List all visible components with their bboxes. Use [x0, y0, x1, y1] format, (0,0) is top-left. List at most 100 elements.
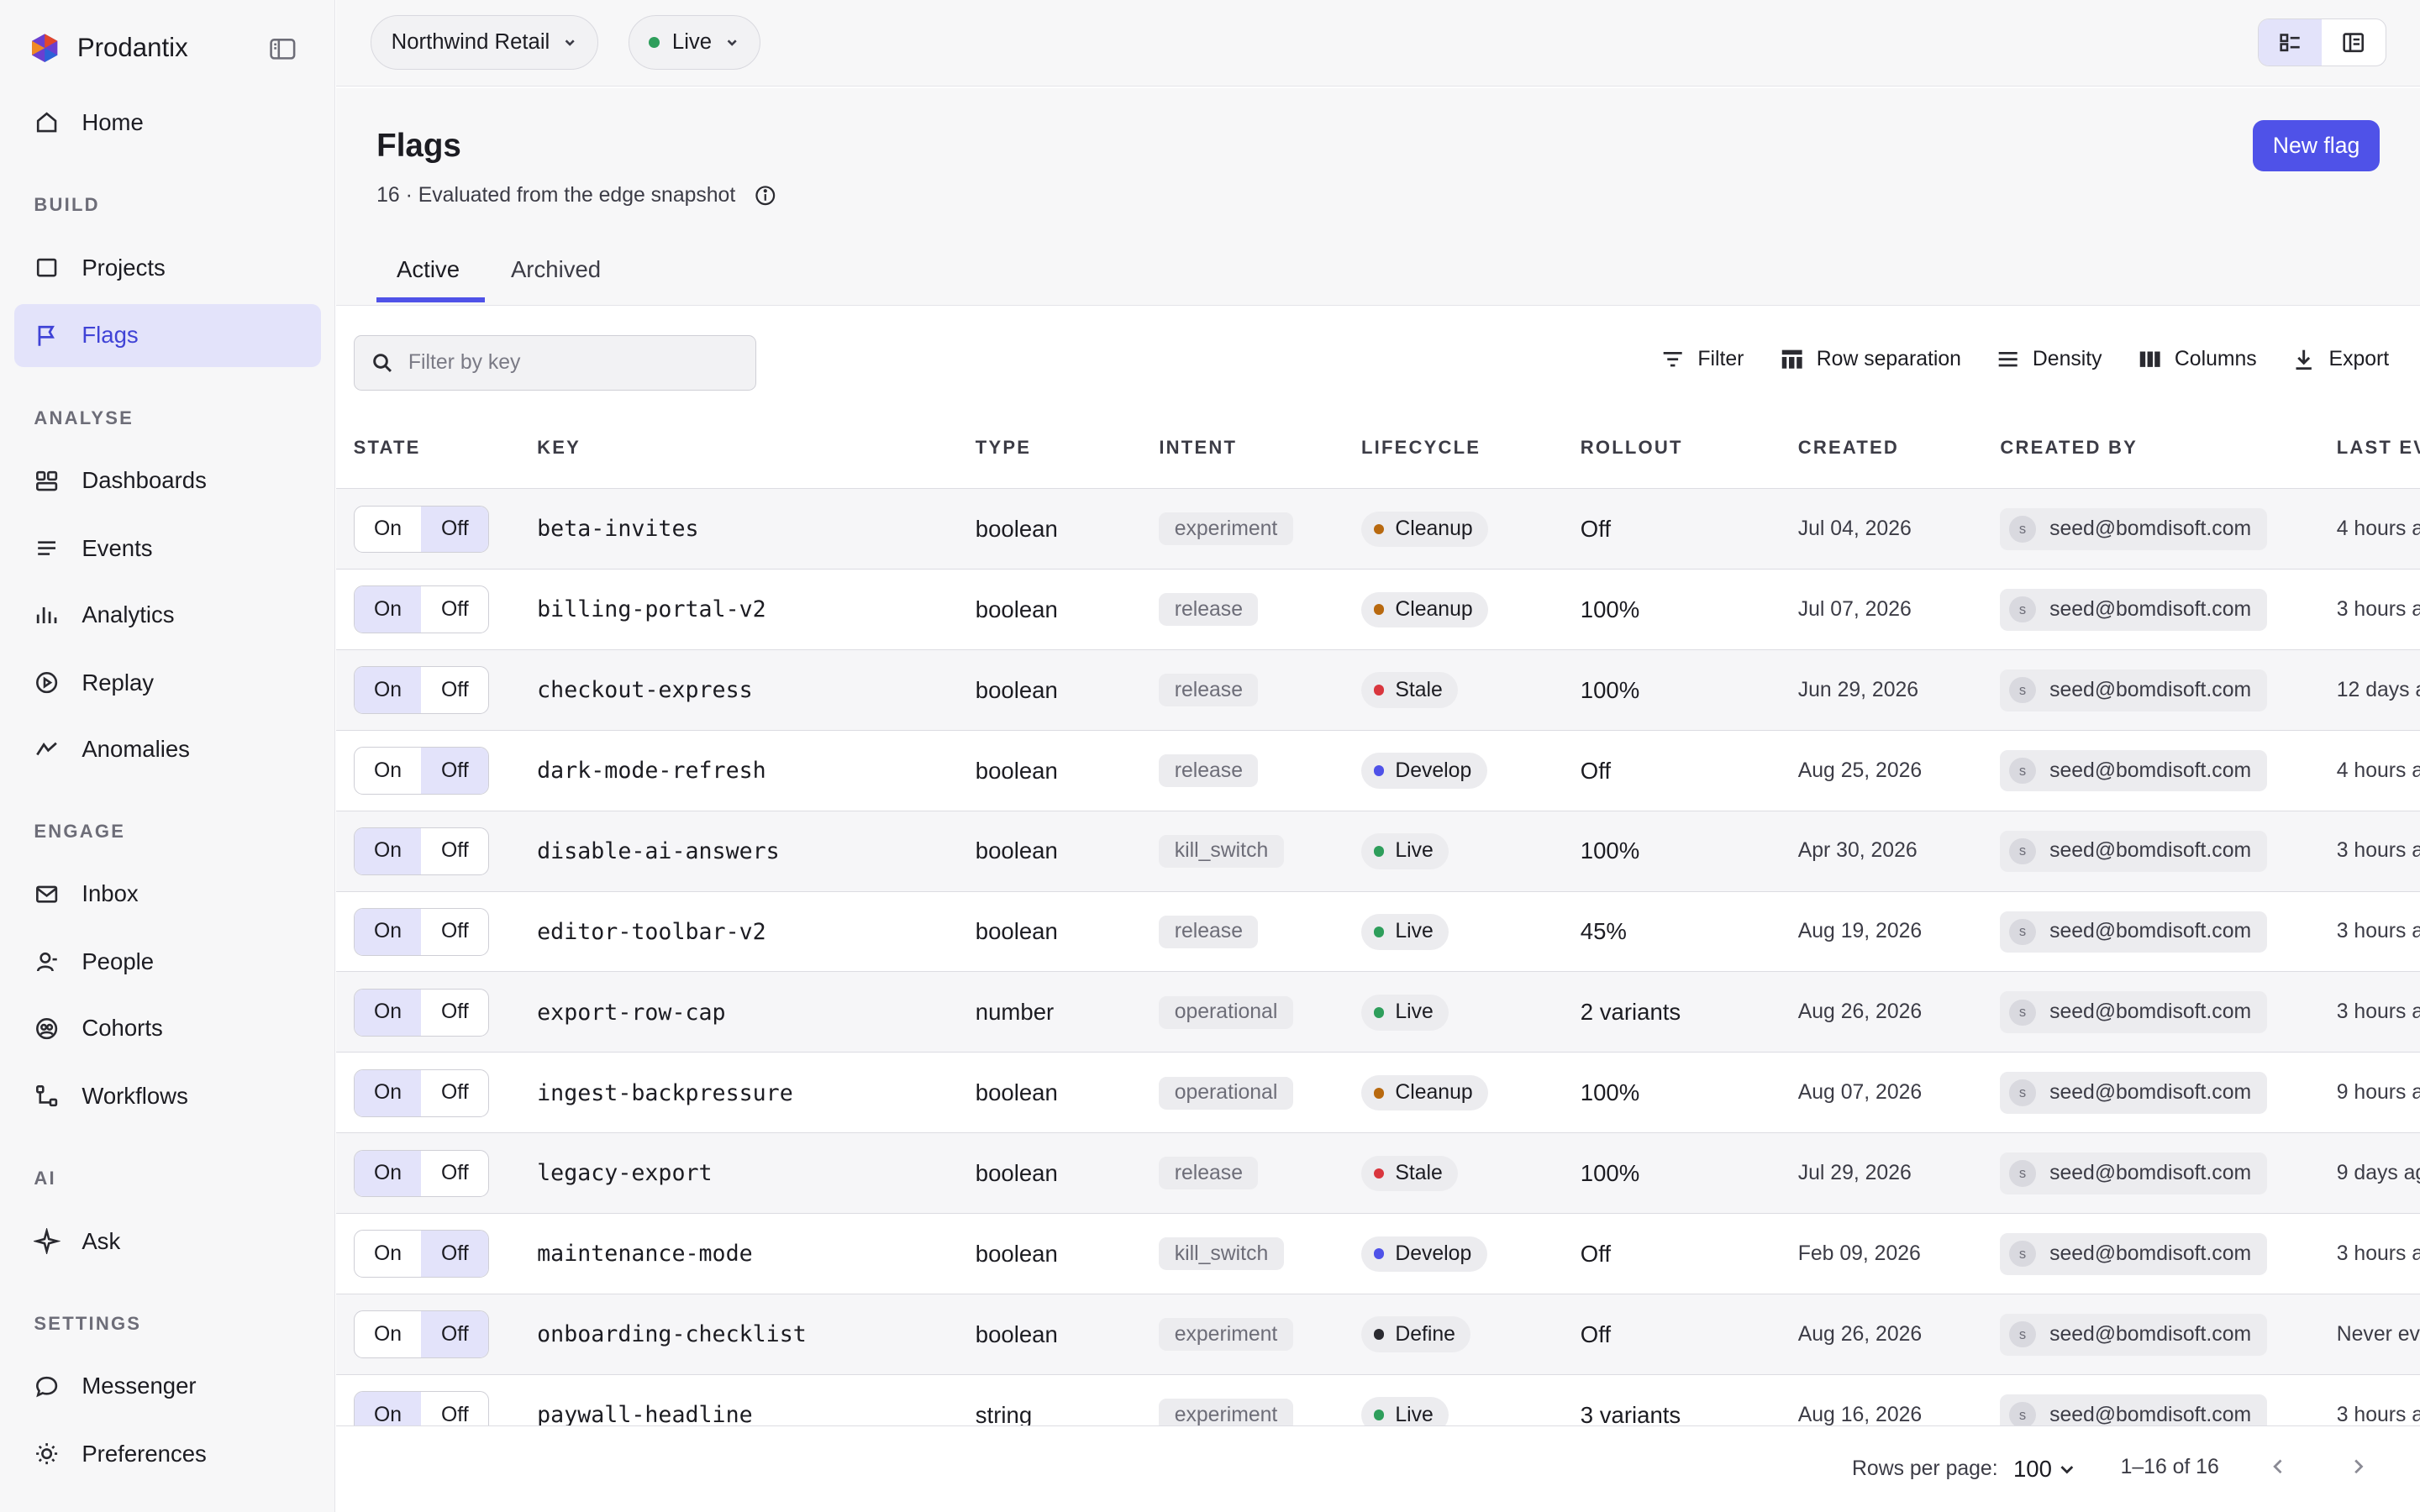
- table-row[interactable]: On Off paywall-headline string experiment Liv…: [336, 1375, 2420, 1426]
- toggle-on[interactable]: On: [355, 1311, 422, 1357]
- toggle-off[interactable]: Off: [421, 909, 488, 955]
- sidebar-item-events[interactable]: Events: [14, 517, 322, 580]
- table-row[interactable]: On Off checkout-express boolean release Stale…: [336, 649, 2420, 731]
- toggle-off[interactable]: Off: [421, 667, 488, 713]
- state-toggle[interactable]: On Off: [353, 585, 490, 634]
- sidebar-item-replay[interactable]: Replay: [14, 651, 322, 714]
- toggle-on[interactable]: On: [354, 828, 422, 874]
- flag-key[interactable]: beta-invites: [537, 489, 698, 570]
- flag-key[interactable]: onboarding-checklist: [537, 1294, 807, 1375]
- brand[interactable]: Prodantix: [28, 31, 188, 65]
- toggle-off[interactable]: Off: [421, 1392, 488, 1426]
- tab-archived[interactable]: Archived: [511, 256, 601, 283]
- toggle-on[interactable]: On: [354, 586, 422, 633]
- flag-key[interactable]: maintenance-mode: [537, 1214, 752, 1294]
- toggle-off[interactable]: Off: [421, 1231, 489, 1278]
- state-toggle[interactable]: On Off: [353, 1068, 490, 1117]
- new-flag-button[interactable]: New flag: [2252, 120, 2381, 171]
- toggle-on[interactable]: On: [354, 667, 422, 714]
- row-separation-button[interactable]: Row separation: [1780, 347, 1961, 371]
- state-toggle[interactable]: On Off: [353, 907, 490, 956]
- table-row[interactable]: On Off legacy-export boolean release Stale 100…: [336, 1133, 2420, 1215]
- state-toggle[interactable]: On Off: [353, 1391, 490, 1426]
- view-split-button[interactable]: [2322, 19, 2385, 66]
- toggle-on[interactable]: On: [355, 1231, 422, 1277]
- state-toggle[interactable]: On Off: [353, 1310, 490, 1359]
- sidebar-item-messenger[interactable]: Messenger: [14, 1355, 322, 1418]
- state-toggle[interactable]: On Off: [353, 988, 490, 1037]
- flag-key[interactable]: dark-mode-refresh: [537, 731, 766, 811]
- flag-key[interactable]: disable-ai-answers: [537, 811, 780, 892]
- toggle-off[interactable]: Off: [421, 990, 488, 1036]
- col-key[interactable]: KEY: [537, 437, 581, 459]
- toggle-on[interactable]: On: [354, 1392, 422, 1426]
- sidebar-item-analytics[interactable]: Analytics: [14, 583, 322, 646]
- col-last-event[interactable]: LAST EV: [2337, 437, 2420, 459]
- sidebar-item-people[interactable]: People: [14, 931, 322, 994]
- toggle-on[interactable]: On: [355, 507, 422, 553]
- table-row[interactable]: On Off export-row-cap number operational Live…: [336, 972, 2420, 1053]
- tab-active[interactable]: Active: [397, 256, 460, 283]
- toggle-off[interactable]: Off: [421, 506, 489, 553]
- sidebar-item-dashboards[interactable]: Dashboards: [14, 449, 322, 512]
- table-row[interactable]: On Off disable-ai-answers boolean kill_switc…: [336, 811, 2420, 892]
- density-button[interactable]: Density: [1996, 347, 2102, 371]
- state-toggle[interactable]: On Off: [353, 1230, 490, 1278]
- toggle-off[interactable]: Off: [421, 1311, 489, 1358]
- state-toggle[interactable]: On Off: [353, 505, 490, 554]
- sidebar-item-ask[interactable]: Ask: [14, 1210, 322, 1273]
- toggle-on[interactable]: On: [354, 1069, 422, 1116]
- flag-key[interactable]: ingest-backpressure: [537, 1053, 793, 1133]
- flag-key[interactable]: checkout-express: [537, 650, 752, 731]
- col-created-by[interactable]: CREATED BY: [2000, 437, 2138, 459]
- col-type[interactable]: TYPE: [976, 437, 1031, 459]
- table-row[interactable]: On Off ingest-backpressure boolean operation…: [336, 1053, 2420, 1134]
- table-row[interactable]: On Off beta-invites boolean experiment Cleanu…: [336, 489, 2420, 570]
- sidebar-item-inbox[interactable]: Inbox: [14, 863, 322, 926]
- filter-button[interactable]: Filter: [1660, 347, 1744, 371]
- sidebar-item-home[interactable]: Home: [14, 91, 322, 154]
- sidebar-item-anomalies[interactable]: Anomalies: [14, 717, 322, 780]
- workspace-selector[interactable]: Northwind Retail: [370, 15, 599, 70]
- col-lifecycle[interactable]: LIFECYCLE: [1361, 437, 1481, 459]
- toggle-off[interactable]: Off: [421, 1070, 488, 1116]
- sidebar-collapse-icon[interactable]: [267, 34, 298, 65]
- sidebar-item-projects[interactable]: Projects: [14, 236, 322, 299]
- table-row[interactable]: On Off dark-mode-refresh boolean release Deve…: [336, 731, 2420, 811]
- col-created[interactable]: CREATED: [1798, 437, 1899, 459]
- table-row[interactable]: On Off maintenance-mode boolean kill_switch D…: [336, 1214, 2420, 1294]
- flag-key[interactable]: export-row-cap: [537, 972, 725, 1053]
- toggle-on[interactable]: On: [354, 908, 422, 955]
- table-row[interactable]: On Off billing-portal-v2 boolean release Clea…: [336, 570, 2420, 650]
- prev-page-button[interactable]: [2267, 1456, 2289, 1478]
- flag-key[interactable]: billing-portal-v2: [537, 570, 766, 650]
- flag-key[interactable]: legacy-export: [537, 1133, 712, 1214]
- toggle-off[interactable]: Off: [421, 828, 488, 874]
- view-list-button[interactable]: [2259, 19, 2323, 66]
- toggle-on[interactable]: On: [355, 748, 422, 794]
- columns-button[interactable]: Columns: [2138, 347, 2257, 371]
- toggle-off[interactable]: Off: [421, 586, 488, 633]
- flag-key[interactable]: editor-toolbar-v2: [537, 892, 766, 973]
- state-toggle[interactable]: On Off: [353, 1149, 490, 1198]
- export-button[interactable]: Export: [2291, 347, 2389, 371]
- environment-selector[interactable]: Live: [628, 15, 760, 70]
- flag-key[interactable]: paywall-headline: [537, 1375, 752, 1425]
- toggle-on[interactable]: On: [354, 989, 422, 1036]
- toggle-off[interactable]: Off: [421, 748, 489, 795]
- next-page-button[interactable]: [2348, 1456, 2370, 1478]
- sidebar-item-preferences[interactable]: Preferences: [14, 1422, 322, 1485]
- toggle-off[interactable]: Off: [421, 1151, 488, 1197]
- col-state[interactable]: STATE: [354, 437, 421, 459]
- rows-per-page-select[interactable]: 100: [2013, 1456, 2078, 1483]
- state-toggle[interactable]: On Off: [353, 747, 490, 795]
- state-toggle[interactable]: On Off: [353, 666, 490, 715]
- search-input[interactable]: Filter by key: [353, 334, 756, 391]
- sidebar-item-cohorts[interactable]: Cohorts: [14, 997, 322, 1060]
- state-toggle[interactable]: On Off: [353, 827, 490, 875]
- sidebar-item-flags[interactable]: Flags: [13, 303, 322, 368]
- sidebar-item-workflows[interactable]: Workflows: [14, 1064, 322, 1127]
- col-intent[interactable]: INTENT: [1159, 437, 1237, 459]
- table-row[interactable]: On Off onboarding-checklist boolean experime…: [336, 1294, 2420, 1375]
- info-icon[interactable]: [754, 184, 777, 207]
